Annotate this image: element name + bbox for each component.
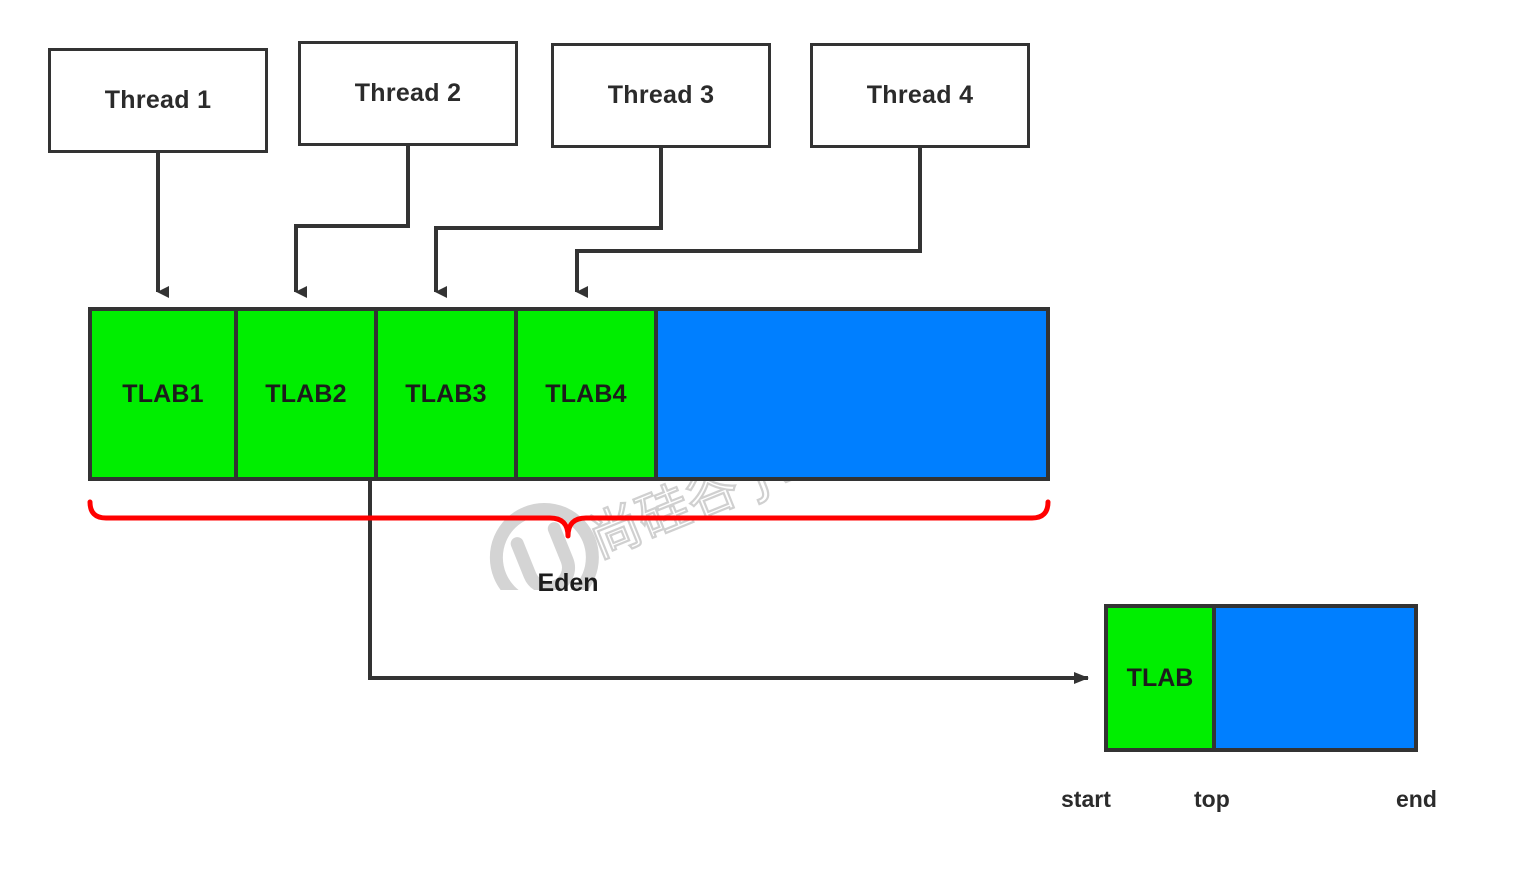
tlab-detail-free xyxy=(1216,608,1414,748)
marker-end: end xyxy=(1396,786,1437,813)
tlab-segment-2: TLAB2 xyxy=(238,311,378,477)
tlab-segment-3: TLAB3 xyxy=(378,311,518,477)
tlab-segment-1: TLAB1 xyxy=(92,311,238,477)
marker-start-label: start xyxy=(1061,786,1111,812)
eden-label: Eden xyxy=(0,569,1136,598)
tlab-segment-3-label: TLAB3 xyxy=(405,379,487,408)
tlab-segment-1-label: TLAB1 xyxy=(122,379,204,408)
thread-box-4: Thread 4 xyxy=(810,43,1030,148)
diagram-canvas: Thread 1 Thread 2 Thread 3 Thread 4 尚硅谷 … xyxy=(0,0,1528,883)
marker-start: start xyxy=(1061,786,1111,813)
thread-box-1-label: Thread 1 xyxy=(104,86,212,114)
tlab-detail-box: TLAB xyxy=(1104,604,1418,752)
marker-top-label: top xyxy=(1194,786,1230,812)
thread-box-4-label: Thread 4 xyxy=(866,81,974,109)
marker-end-label: end xyxy=(1396,786,1437,812)
thread-box-2: Thread 2 xyxy=(298,41,518,146)
connector-thread2-to-tlab2 xyxy=(294,146,410,298)
tlab-segment-4-label: TLAB4 xyxy=(545,379,627,408)
thread-box-3-label: Thread 3 xyxy=(607,81,715,109)
tlab-detail-used: TLAB xyxy=(1108,608,1216,748)
tlab-segment-2-label: TLAB2 xyxy=(265,379,347,408)
tlab-detail-used-label: TLAB xyxy=(1126,663,1194,692)
thread-box-2-label: Thread 2 xyxy=(354,79,462,107)
eden-free-space xyxy=(658,311,1046,477)
connector-thread4-to-tlab4 xyxy=(575,148,922,298)
marker-top: top xyxy=(1194,786,1230,813)
thread-box-3: Thread 3 xyxy=(551,43,771,148)
eden-region-bar: TLAB1 TLAB2 TLAB3 TLAB4 xyxy=(88,307,1050,481)
tlab-segment-4: TLAB4 xyxy=(518,311,658,477)
thread-box-1: Thread 1 xyxy=(48,48,268,153)
eden-label-text: Eden xyxy=(537,569,599,597)
connector-thread3-to-tlab3 xyxy=(434,148,663,298)
eden-brace xyxy=(87,499,1051,539)
